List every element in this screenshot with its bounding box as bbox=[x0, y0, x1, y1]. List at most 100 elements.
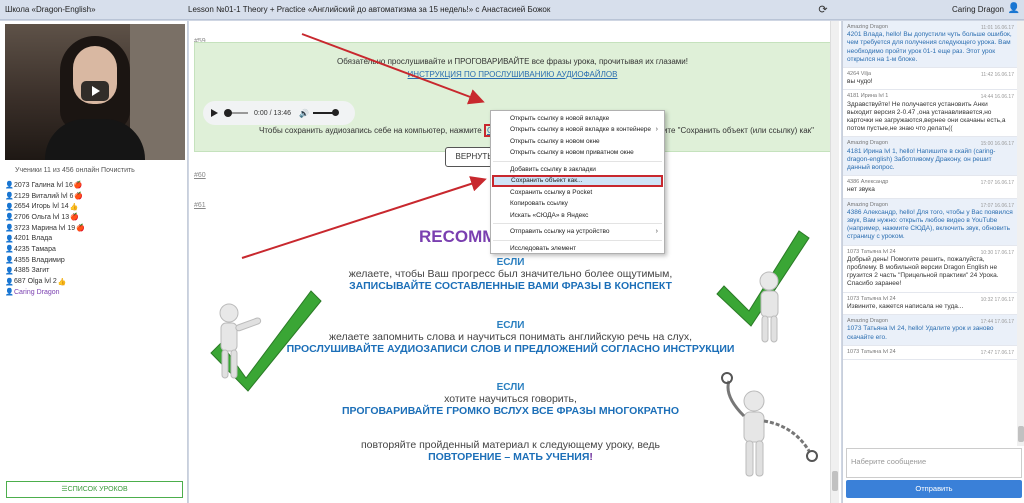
menu-item[interactable]: Открыть ссылку в новом окне bbox=[491, 136, 664, 147]
user-icon: 👤 bbox=[5, 278, 14, 286]
message-time: 10:32 17.06.17 bbox=[980, 296, 1014, 303]
message-time: 15:00 16.06.17 bbox=[980, 141, 1014, 148]
left-sidebar: Ученики 11 из 456 онлайн Почистить 👤 2073… bbox=[0, 21, 188, 503]
user-menu[interactable]: Caring Dragon 👤 bbox=[838, 3, 1024, 14]
chat-input[interactable]: Наберите сообщение bbox=[846, 448, 1022, 478]
audio-play-icon[interactable] bbox=[211, 109, 218, 117]
menu-item[interactable]: Открыть ссылку в новой вкладке в контейн… bbox=[491, 124, 664, 135]
refresh-icon[interactable]: ⟳ bbox=[808, 3, 838, 16]
menu-item-label: Копировать ссылку bbox=[510, 200, 568, 208]
user-name: 4355 Владимир bbox=[14, 256, 65, 264]
chat-message: Amazing Dragon 11:01 16.06.17 4201 Влада, … bbox=[843, 21, 1017, 69]
user-list-item[interactable]: 👤 3723 Марина lvl 19 🍎 bbox=[5, 223, 185, 234]
anchor-61[interactable]: #61 bbox=[194, 202, 206, 209]
menu-item[interactable]: Открыть ссылку в новом приватном окне bbox=[491, 147, 664, 158]
user-list-item[interactable]: 👤 4385 Загит bbox=[5, 266, 185, 277]
user-icon: 👤 bbox=[5, 267, 14, 275]
message-time: 17:07 16.06.17 bbox=[980, 202, 1014, 209]
user-name: 2129 Виталий lvl 6 bbox=[14, 192, 74, 200]
chat-scroll-thumb[interactable] bbox=[1018, 426, 1024, 442]
menu-item-label: Отправить ссылку на устройство bbox=[510, 228, 610, 236]
message-text: 1073 Татьяна lvl 24, hello! Удалите урок… bbox=[847, 325, 994, 341]
user-name: 4201 Влада bbox=[14, 235, 53, 243]
send-button[interactable]: Отправить bbox=[846, 480, 1022, 498]
menu-item-label: Открыть ссылку в новом приватном окне bbox=[510, 149, 634, 157]
recommend-heading: RECOMM bbox=[419, 227, 497, 246]
content-scrollbar[interactable] bbox=[830, 21, 839, 503]
online-count: Ученики 11 из 456 онлайн Почистить bbox=[15, 167, 135, 174]
user-name: 2706 Ольга lvl 13 bbox=[14, 213, 70, 221]
user-list-item[interactable]: 👤 2706 Ольга lvl 13 🍎 bbox=[5, 212, 185, 223]
apple-badge-icon: 🍎 bbox=[70, 214, 79, 222]
user-list-item[interactable]: 👤 4355 Владимир bbox=[5, 255, 185, 266]
audio-player[interactable]: 0:00 / 13:46 🔊 bbox=[203, 101, 355, 125]
play-icon[interactable] bbox=[81, 81, 109, 101]
message-time: 11:42 16.06.17 bbox=[981, 72, 1014, 79]
user-icon: 👤 bbox=[5, 182, 14, 190]
chat-message: Amazing Dragon 17:44 17.06.17 1073 Татьяна… bbox=[843, 315, 1017, 346]
user-icon: 👤 bbox=[5, 289, 14, 297]
user-list-item[interactable]: 👤 2129 Виталий lvl 6 🍎 bbox=[5, 191, 185, 202]
chat-message: 1073 Татьяна lvl 24 10:30 17.06.17 Добрый … bbox=[843, 246, 1017, 293]
context-menu: Открыть ссылку в новой вкладке Открыть сс… bbox=[490, 110, 665, 254]
user-icon: 👤 bbox=[5, 193, 14, 201]
user-name: Caring Dragon bbox=[951, 5, 1004, 14]
message-time: 17:47 17.06.17 bbox=[980, 349, 1014, 356]
user-list-item[interactable]: 👤 4201 Влада bbox=[5, 233, 185, 244]
menu-separator bbox=[493, 223, 662, 225]
save-instruction: Чтобы сохранить аудиозапись себе на комп… bbox=[259, 124, 515, 137]
user-name: 4235 Тамара bbox=[14, 245, 56, 253]
user-name: 3723 Марина lvl 19 bbox=[14, 224, 76, 232]
menu-item[interactable]: Открыть ссылку в новой вкладке bbox=[491, 113, 664, 124]
menu-item[interactable]: Копировать ссылку bbox=[491, 198, 664, 209]
submenu-arrow-icon: › bbox=[655, 126, 658, 134]
thumb-badge-icon: 👍 bbox=[69, 203, 79, 211]
menu-item-save-object[interactable]: Сохранить объект как... bbox=[492, 174, 663, 187]
user-list-item[interactable]: 👤 2073 Галина lvl 16 🍎 bbox=[5, 180, 185, 191]
message-text: 4386 Александр, hello! Для того, чтобы у… bbox=[847, 208, 1013, 241]
menu-item[interactable]: Добавить ссылку в закладки bbox=[491, 164, 664, 175]
user-icon: 👤 bbox=[5, 257, 14, 265]
menu-item[interactable]: Искать «СЮДА» в Яндекс bbox=[491, 210, 664, 221]
message-text: 4201 Влада, hello! Вы допустили чуть бол… bbox=[847, 31, 1012, 63]
top-bar: Школа «Dragon-English» Lesson №01-1 Theo… bbox=[0, 0, 1024, 20]
chat-messages: Amazing Dragon 11:01 16.06.17 4201 Влада, … bbox=[843, 21, 1017, 446]
menu-item-label: Открыть ссылку в новой вкладке bbox=[510, 115, 610, 122]
user-list-item[interactable]: 👤 Caring Dragon bbox=[5, 287, 185, 298]
user-name: 4385 Загит bbox=[14, 267, 50, 275]
apple-badge-icon: 🍎 bbox=[74, 193, 84, 201]
school-title: Школа «Dragon-English» bbox=[5, 5, 96, 14]
user-list-item[interactable]: 👤 2654 Игорь lvl 14 👍 bbox=[5, 201, 185, 212]
user-icon: 👤 bbox=[5, 235, 14, 243]
message-time: 17:07 16.06.17 bbox=[980, 180, 1014, 187]
user-icon: 👤 bbox=[5, 214, 14, 222]
volume-icon[interactable]: 🔊 bbox=[299, 109, 309, 118]
chat-panel: Amazing Dragon 11:01 16.06.17 4201 Влада, … bbox=[842, 21, 1024, 503]
audio-progress[interactable] bbox=[224, 109, 248, 117]
content-scroll-thumb[interactable] bbox=[832, 471, 838, 491]
audio-time: 0:00 / 13:46 bbox=[254, 109, 291, 117]
message-text: Извините, кажется написала не туда... bbox=[847, 302, 964, 310]
chat-message: 1073 Татьяна lvl 24 17:47 17.06.17 bbox=[843, 346, 1017, 360]
menu-item[interactable]: Отправить ссылку на устройство › bbox=[491, 226, 664, 237]
chat-scrollbar[interactable] bbox=[1017, 21, 1024, 446]
anchor-60[interactable]: #60 bbox=[194, 172, 206, 179]
user-name: 2073 Галина lvl 16 bbox=[14, 181, 73, 189]
user-list-item[interactable]: 👤 4235 Тамара bbox=[5, 244, 185, 255]
user-list-item[interactable]: 👤 687 Olga lvl 2 👍 bbox=[5, 276, 185, 287]
message-time: 17:44 17.06.17 bbox=[980, 319, 1014, 326]
video-player[interactable] bbox=[5, 24, 185, 160]
audio-instruction-link[interactable]: ИНСТРУКЦИЯ ПО ПРОСЛУШИВАНИЮ АУДИОФАЙЛОВ bbox=[195, 70, 830, 79]
user-icon: 👤 bbox=[1007, 3, 1020, 14]
menu-item-label: Открыть ссылку в новом окне bbox=[510, 137, 600, 145]
chat-message: 1073 Татьяна lvl 24 10:32 17.06.17 Извинит… bbox=[843, 293, 1017, 316]
menu-item[interactable]: Исследовать элемент bbox=[491, 243, 664, 254]
menu-item-label: Сохранить ссылку в Pocket bbox=[510, 188, 593, 196]
menu-item-label: Открыть ссылку в новой вкладке в контейн… bbox=[510, 126, 652, 134]
user-icon: 👤 bbox=[5, 203, 14, 211]
volume-slider[interactable] bbox=[312, 109, 339, 116]
user-name: 687 Olga lvl 2 bbox=[14, 278, 57, 286]
menu-item[interactable]: Сохранить ссылку в Pocket bbox=[491, 187, 664, 198]
apple-badge-icon: 🍎 bbox=[73, 182, 83, 190]
lessons-list-button[interactable]: ☰СПИСОК УРОКОВ bbox=[6, 481, 183, 498]
